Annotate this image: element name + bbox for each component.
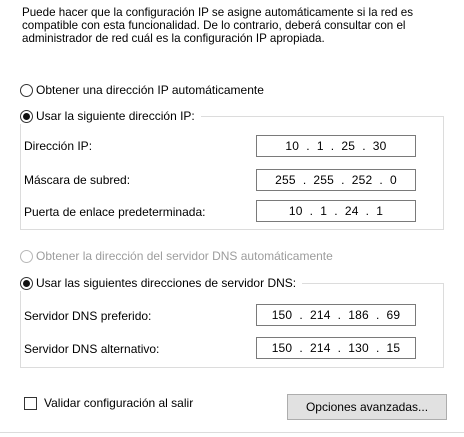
advanced-options-button[interactable]: Opciones avanzadas... [287,394,447,420]
dns-auto-radio [20,249,33,263]
dns-manual-radio[interactable] [20,276,33,290]
ip-auto-label[interactable]: Obtener una dirección IP automáticamente [36,82,264,98]
ip-manual-radio[interactable] [20,109,33,123]
validate-label[interactable]: Validar configuración al salir [44,396,193,410]
divider [0,432,464,433]
subnet-mask-field[interactable]: 255 . 255 . 252 . 0 [256,169,416,191]
validate-checkbox[interactable] [24,396,37,410]
radio-selected-dot [23,279,30,287]
dns-auto-label: Obtener la dirección del servidor DNS au… [36,249,333,263]
dns-manual-radio-row[interactable]: Usar las siguientes direcciones de servi… [20,275,303,291]
preferred-dns-field[interactable]: 150 . 214 . 186 . 69 [256,304,416,326]
dns-manual-label[interactable]: Usar las siguientes direcciones de servi… [36,275,296,291]
ip-auto-radio[interactable] [20,83,33,97]
subnet-mask-label: Máscara de subred: [24,173,131,187]
description-text: Puede hacer que la configuración IP se a… [22,6,413,45]
ip-manual-label[interactable]: Usar la siguiente dirección IP: [36,108,195,124]
alternate-dns-label: Servidor DNS alternativo: [24,342,160,356]
dns-auto-radio-row: Obtener la dirección del servidor DNS au… [20,248,333,264]
ip-auto-radio-row[interactable]: Obtener una dirección IP automáticamente [20,82,264,98]
preferred-dns-label: Servidor DNS preferido: [24,309,152,323]
validate-checkbox-row[interactable]: Validar configuración al salir [24,396,193,410]
ip-manual-radio-row[interactable]: Usar la siguiente dirección IP: [20,108,201,124]
default-gateway-field[interactable]: 10 . 1 . 24 . 1 [256,200,416,222]
alternate-dns-field[interactable]: 150 . 214 . 130 . 15 [256,337,416,359]
ip-address-label: Dirección IP: [24,139,93,153]
radio-selected-dot [23,112,30,120]
ip-address-field[interactable]: 10 . 1 . 25 . 30 [256,135,416,157]
default-gateway-label: Puerta de enlace predeterminada: [24,205,206,219]
